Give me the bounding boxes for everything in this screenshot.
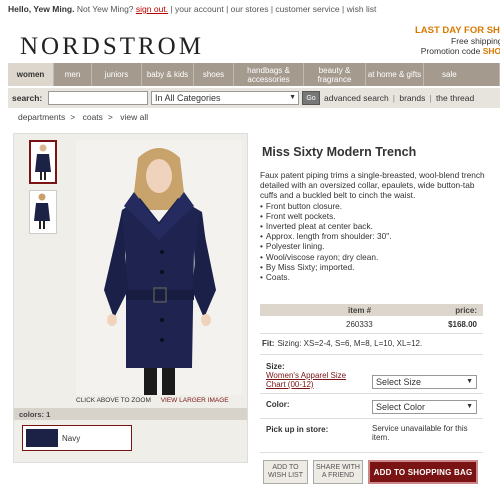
- nav-baby-kids[interactable]: baby & kids: [142, 63, 194, 86]
- not-you-text: Not Yew Ming?: [76, 4, 134, 14]
- price: $168.00: [448, 320, 477, 329]
- product-gallery: CLICK ABOVE TO ZOOM VIEW LARGER IMAGE co…: [13, 133, 248, 463]
- feature-item: Wool/viscose rayon; dry clean.: [260, 252, 485, 262]
- colors-header: colors: 1: [14, 408, 247, 420]
- feature-item: Front button closure.: [260, 201, 485, 211]
- category-select[interactable]: In All Categories ▼: [151, 91, 299, 105]
- divider: [260, 452, 483, 453]
- wish-list-link[interactable]: wish list: [347, 4, 377, 14]
- fit-value: Sizing: XS=2-4, S=6, M=8, L=10, XL=12.: [277, 339, 423, 348]
- item-price-row: 260333 $168.00: [260, 319, 483, 331]
- share-with-friend-button[interactable]: SHARE WITH A FRIEND: [313, 460, 363, 484]
- nav-juniors[interactable]: juniors: [92, 63, 142, 86]
- sign-out-link[interactable]: sign out.: [136, 4, 168, 14]
- search-label: search:: [12, 93, 43, 103]
- item-price-header: item # price:: [260, 304, 483, 316]
- divider: [260, 418, 483, 419]
- your-account-link[interactable]: your account: [175, 4, 224, 14]
- coat-back-thumb-icon: [34, 193, 50, 229]
- feature-item: By Miss Sixty; imported.: [260, 262, 485, 272]
- feature-item: Polyester lining.: [260, 241, 485, 251]
- feature-item: Inverted pleat at center back.: [260, 221, 485, 231]
- advanced-search-link[interactable]: advanced search: [324, 93, 389, 103]
- navy-chip: [26, 429, 58, 447]
- brands-link[interactable]: brands: [399, 93, 425, 103]
- description-text: Faux patent piping trims a single-breast…: [260, 170, 485, 201]
- nav-at-home-gifts[interactable]: at home & gifts: [366, 63, 424, 86]
- nav-handbags-accessories[interactable]: handbags & accessories: [234, 63, 304, 86]
- chevron-down-icon: ▼: [289, 94, 296, 101]
- chevron-down-icon: ▼: [466, 403, 473, 410]
- our-stores-link[interactable]: our stores: [231, 4, 269, 14]
- color-swatch-navy[interactable]: Navy: [22, 425, 132, 451]
- item-number: 260333: [346, 320, 373, 329]
- search-input[interactable]: [48, 91, 148, 105]
- click-to-zoom-text: CLICK ABOVE TO ZOOM: [76, 397, 151, 404]
- customer-service-link[interactable]: customer service: [275, 4, 339, 14]
- coat-front-thumb-icon: [35, 144, 51, 180]
- thumbnail-back[interactable]: [29, 190, 57, 234]
- promo-code: SHOES n: [482, 46, 500, 56]
- promo-headline: LAST DAY FOR SHOES: [414, 25, 500, 36]
- item-number-header: item #: [348, 306, 372, 315]
- breadcrumb-departments[interactable]: departments: [18, 112, 65, 122]
- image-caption: CLICK ABOVE TO ZOOM VIEW LARGER IMAGE: [76, 397, 242, 404]
- promo-code-line: Promotion code SHOES n: [380, 46, 500, 56]
- size-select[interactable]: Select Size ▼: [372, 375, 477, 389]
- feature-item: Approx. length from shoulder: 30".: [260, 231, 485, 241]
- swatch-name: Navy: [62, 434, 81, 443]
- divider: [260, 354, 483, 355]
- greeting-text: Hello, Yew Ming.: [8, 4, 75, 14]
- main-product-image[interactable]: [76, 140, 242, 395]
- add-to-wish-list-button[interactable]: ADD TO WISH LIST: [263, 460, 308, 484]
- coat-model-image: [76, 140, 242, 395]
- breadcrumb-coats[interactable]: coats: [83, 112, 103, 122]
- go-button[interactable]: Go: [302, 91, 320, 105]
- price-header: price:: [455, 306, 477, 315]
- chevron-down-icon: ▼: [466, 378, 473, 385]
- product-description: Faux patent piping trims a single-breast…: [260, 170, 485, 282]
- main-nav: women men juniors baby & kids shoes hand…: [8, 63, 500, 86]
- feature-item: Front welt pockets.: [260, 211, 485, 221]
- fit-info: Fit: Sizing: XS=2-4, S=6, M=8, L=10, XL=1…: [262, 339, 422, 348]
- divider: [260, 393, 483, 394]
- promo-banner[interactable]: LAST DAY FOR SHOES Free shipping with Pr…: [380, 25, 500, 57]
- breadcrumb: departments > coats > view all: [18, 112, 149, 122]
- search-links: advanced search | brands | the thread: [324, 93, 475, 103]
- thumbnail-front[interactable]: [29, 140, 57, 184]
- view-larger-image-link[interactable]: VIEW LARGER IMAGE: [161, 397, 229, 404]
- feature-item: Coats.: [260, 272, 485, 282]
- size-chart-link[interactable]: Women's Apparel Size Chart (00-12): [266, 371, 366, 389]
- nordstrom-logo[interactable]: NORDSTROM: [20, 33, 204, 61]
- promo-shipping-text: Free shipping with: [451, 36, 500, 46]
- add-to-shopping-bag-button[interactable]: ADD TO SHOPPING BAG: [368, 460, 478, 484]
- product-title: Miss Sixty Modern Trench: [262, 145, 417, 159]
- fit-label: Fit:: [262, 339, 275, 348]
- nav-women[interactable]: women: [8, 63, 54, 86]
- feature-list: Front button closure. Front welt pockets…: [260, 201, 485, 283]
- nav-beauty-fragrance[interactable]: beauty & fragrance: [304, 63, 366, 86]
- breadcrumb-view-all[interactable]: view all: [120, 112, 148, 122]
- top-utility-bar: Hello, Yew Ming. Not Yew Ming? sign out.…: [8, 4, 377, 14]
- color-select[interactable]: Select Color ▼: [372, 400, 477, 414]
- nav-shoes[interactable]: shoes: [194, 63, 234, 86]
- pickup-value: Service unavailable for this item.: [372, 424, 468, 442]
- size-label: Size:: [266, 362, 285, 371]
- search-bar: search: In All Categories ▼ Go advanced …: [8, 88, 500, 108]
- divider: [260, 333, 483, 334]
- color-label: Color:: [266, 400, 290, 409]
- the-thread-link[interactable]: the thread: [436, 93, 474, 103]
- nav-sale[interactable]: sale: [424, 63, 500, 86]
- nav-men[interactable]: men: [54, 63, 92, 86]
- pickup-label: Pick up in store:: [266, 425, 329, 434]
